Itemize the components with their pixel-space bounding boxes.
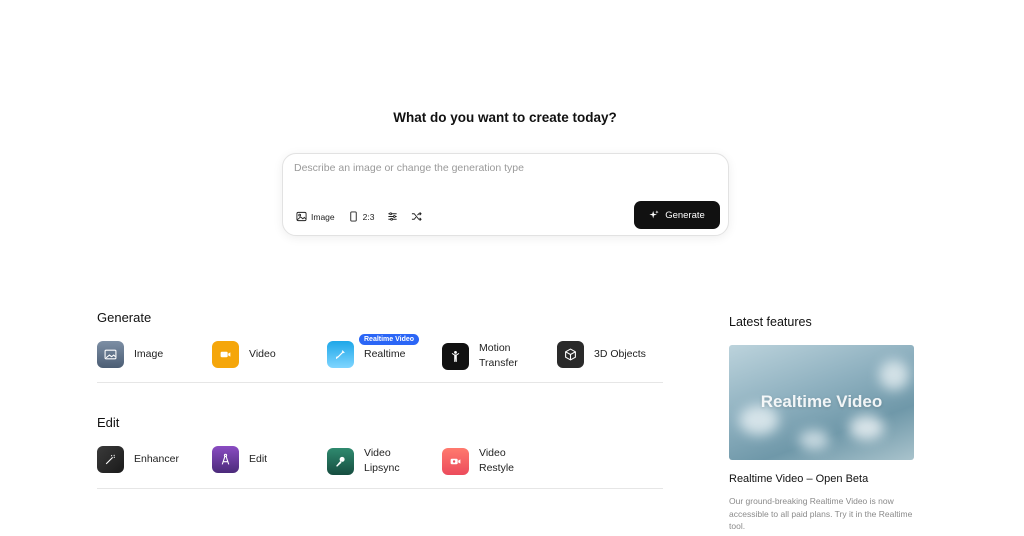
video-restyle-icon xyxy=(450,458,461,464)
aspect-ratio-button[interactable]: 2:3 xyxy=(348,211,375,222)
latest-features-title: Latest features xyxy=(729,315,812,329)
microphone-icon xyxy=(336,456,345,467)
magic-wand-icon xyxy=(105,454,115,465)
person-icon xyxy=(451,350,460,362)
tile-video-label: Video xyxy=(249,348,276,360)
sparkle-icon xyxy=(649,210,659,219)
video-lipsync-tile-icon xyxy=(327,447,354,475)
generation-type-button[interactable]: Image xyxy=(296,211,335,222)
generate-button[interactable]: Generate xyxy=(634,201,720,229)
realtime-tile-icon xyxy=(327,341,354,368)
compass-icon xyxy=(221,453,230,465)
video-restyle-tile-icon xyxy=(442,447,469,475)
enhancer-tile-icon xyxy=(97,446,124,473)
tile-realtime-label: Realtime xyxy=(364,348,406,360)
tile-edit[interactable]: Edit xyxy=(212,446,267,473)
tile-video-lipsync-label: Video Lipsync xyxy=(364,447,400,474)
shuffle-icon xyxy=(412,212,423,221)
settings-button[interactable] xyxy=(387,211,398,222)
tile-video[interactable]: Video xyxy=(212,341,276,368)
tile-3d-objects-label: 3D Objects xyxy=(594,348,646,360)
generation-type-label: Image xyxy=(311,211,335,222)
latest-feature-image-text: Realtime Video xyxy=(760,392,883,411)
video-tile-icon xyxy=(212,341,239,368)
motion-transfer-tile-icon xyxy=(442,342,469,370)
tile-motion-transfer[interactable]: Motion Transfer xyxy=(442,341,539,371)
video-camera-icon xyxy=(220,351,231,358)
aspect-ratio-label: 2:3 xyxy=(362,211,375,222)
cube-icon xyxy=(565,348,576,361)
prompt-input[interactable] xyxy=(294,162,714,174)
image-icon xyxy=(296,211,307,222)
brush-icon xyxy=(335,350,345,360)
generate-section-title: Generate xyxy=(97,310,152,325)
randomize-button[interactable] xyxy=(411,211,423,222)
prompt-box: Image 2:3 Generate xyxy=(282,153,729,236)
tile-3d-objects[interactable]: 3D Objects xyxy=(557,341,646,368)
generate-button-label: Generate xyxy=(665,209,705,221)
tile-image[interactable]: Image xyxy=(97,341,163,368)
sliders-icon xyxy=(388,212,398,221)
portrait-ratio-icon xyxy=(349,211,357,222)
tile-enhancer-label: Enhancer xyxy=(134,453,179,465)
tile-image-label: Image xyxy=(134,348,164,360)
latest-feature-image[interactable]: Realtime Video xyxy=(729,345,914,460)
edit-section-title: Edit xyxy=(97,415,120,430)
3d-objects-tile-icon xyxy=(557,341,584,368)
tile-video-restyle-label: Video Restyle xyxy=(479,447,515,474)
edit-tile-icon xyxy=(212,446,239,473)
prompt-toolbar: Image 2:3 xyxy=(296,211,423,222)
tile-video-restyle[interactable]: Video Restyle xyxy=(442,446,539,476)
generate-divider xyxy=(97,382,663,383)
tile-edit-label: Edit xyxy=(249,453,268,465)
image-tile-icon xyxy=(97,341,124,368)
tile-enhancer[interactable]: Enhancer xyxy=(97,446,179,473)
latest-feature-description: Our ground-breaking Realtime Video is no… xyxy=(729,496,913,531)
page-headline: What do you want to create today? xyxy=(393,110,617,125)
edit-divider xyxy=(97,488,663,489)
image-icon xyxy=(104,349,117,360)
tile-video-lipsync[interactable]: Video Lipsync xyxy=(327,446,424,476)
tile-motion-transfer-label: Motion Transfer xyxy=(479,342,518,369)
tile-realtime[interactable]: Realtime xyxy=(327,341,405,368)
latest-feature-name[interactable]: Realtime Video – Open Beta xyxy=(729,473,868,485)
